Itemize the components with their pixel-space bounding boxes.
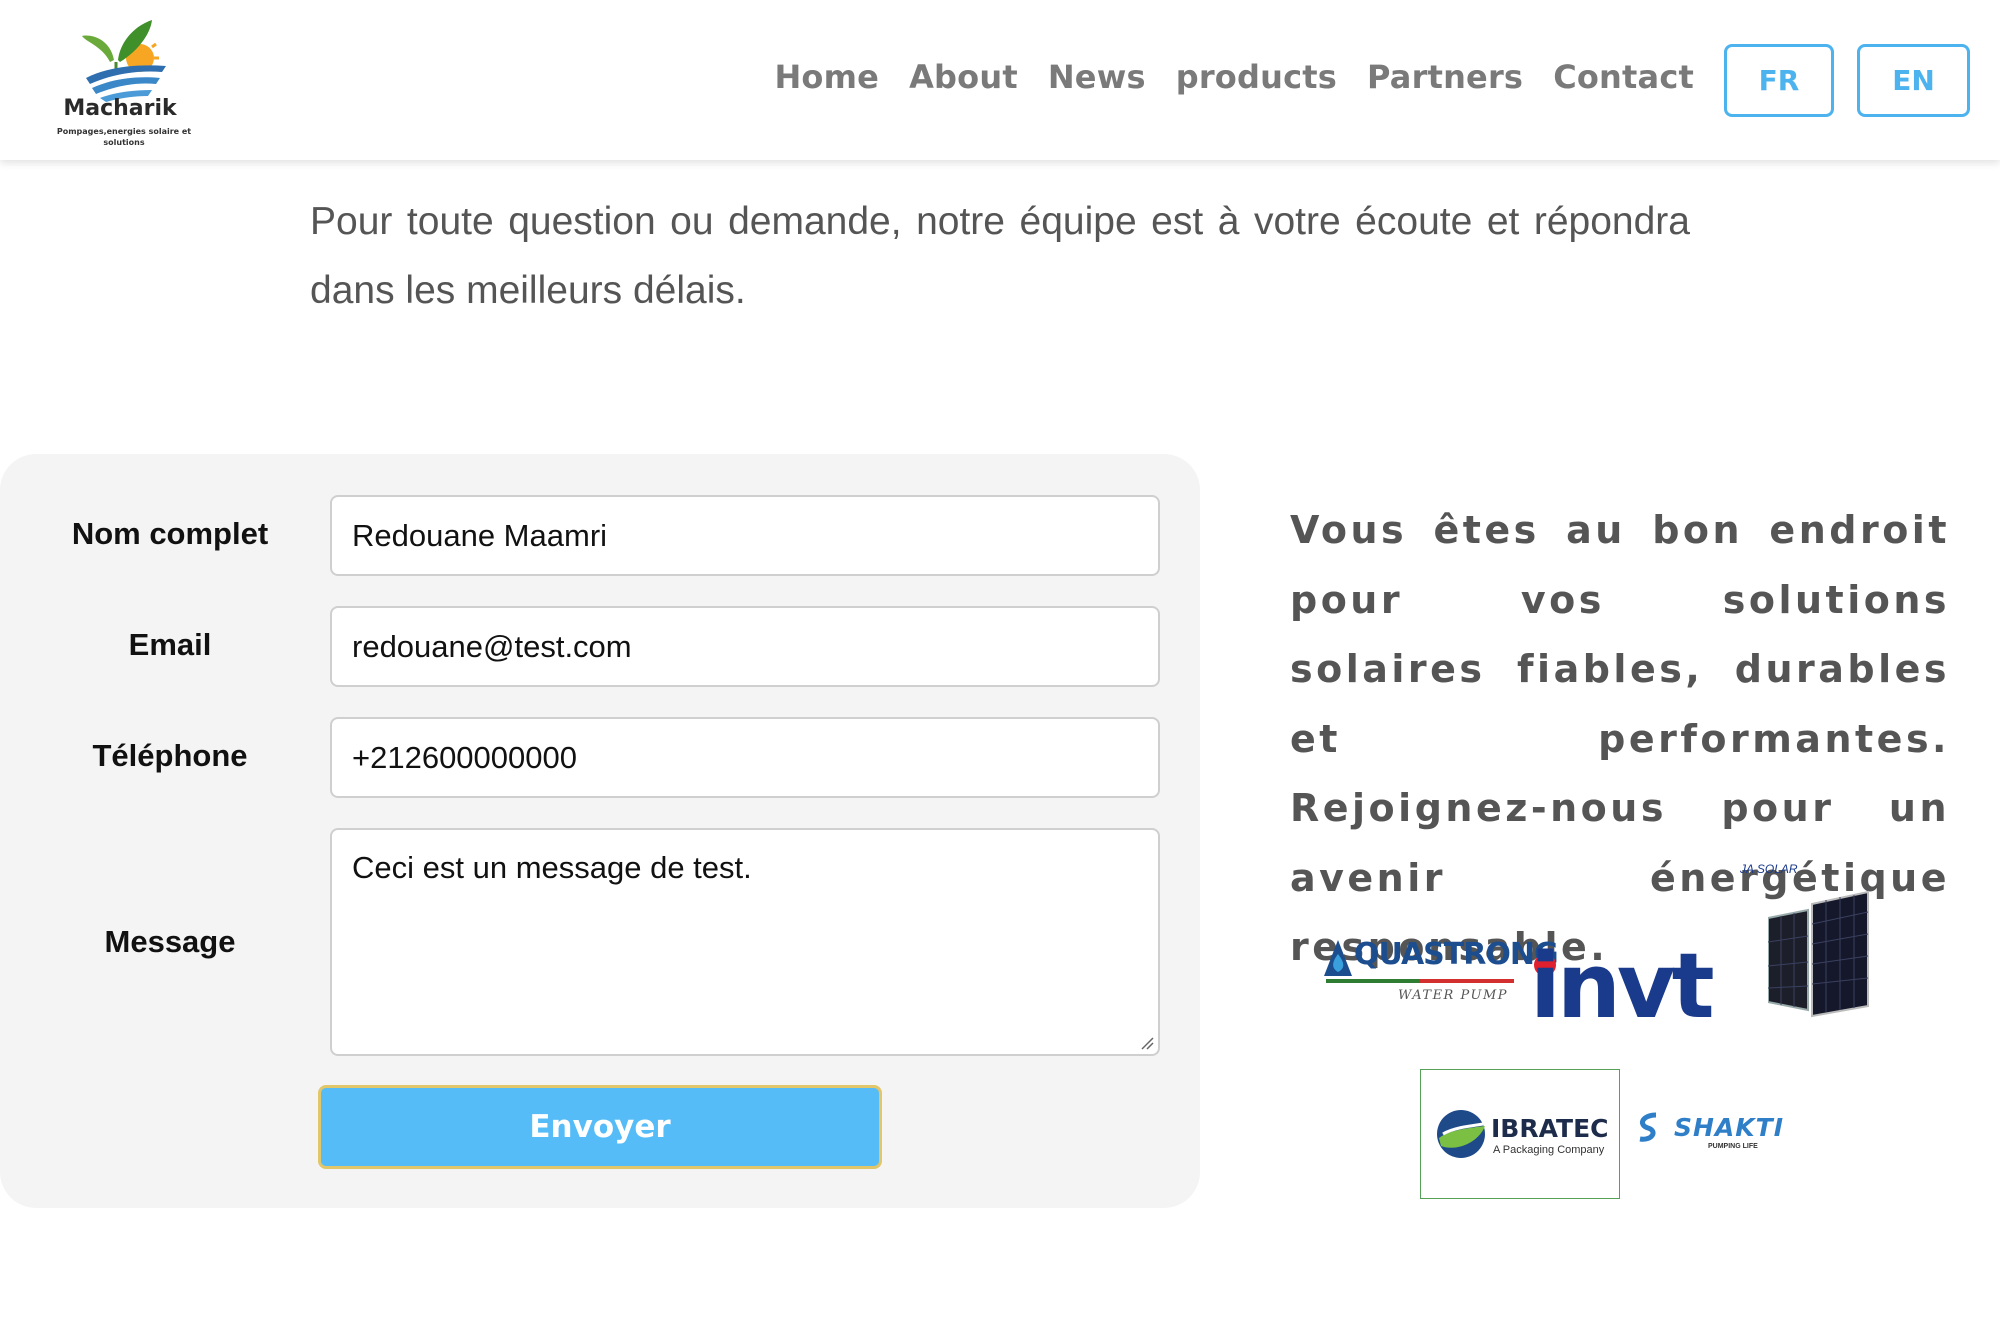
ibratec-sub: A Packaging Company [1493, 1144, 1605, 1156]
name-label: Nom complet [71, 516, 269, 551]
invt-name: invt [1530, 934, 1715, 1039]
aquastrong-logo: QUASTRONG WATER PUMP [1322, 932, 1559, 1012]
aquastrong-stripe [1326, 979, 1514, 983]
nav-partners[interactable]: Partners [1367, 58, 1523, 96]
message-text: Ceci est un message de test. [352, 850, 752, 885]
main-nav: Home About News products Partners Contac… [774, 58, 1694, 96]
invt-logo: invt [1530, 934, 1715, 1039]
aquastrong-sub: WATER PUMP [1398, 988, 1509, 1003]
aquastrong-name: QUASTRONG [1354, 937, 1559, 972]
shakti-sub: PUMPING LIFE [1708, 1143, 1758, 1150]
shakti-logo: SHAKTI PUMPING LIFE [1636, 1107, 1806, 1167]
nav-about[interactable]: About [909, 58, 1018, 96]
ibratec-globe-icon [1437, 1110, 1485, 1158]
site-header: Macharik Pompages,energies solaire et so… [0, 0, 2000, 160]
solar-panel-icon [1768, 890, 1869, 1018]
name-field[interactable]: Redouane Maamri [330, 495, 1160, 576]
submit-button[interactable]: Envoyer [318, 1085, 882, 1169]
jasolar-name: JA SOLAR [1740, 862, 1798, 876]
nav-home[interactable]: Home [774, 58, 879, 96]
nav-products[interactable]: products [1176, 58, 1337, 96]
phone-field[interactable]: +212600000000 [330, 717, 1160, 798]
phone-label: Téléphone [92, 738, 248, 773]
jasolar-logo: JA SOLAR [1740, 860, 1870, 1020]
email-field[interactable]: redouane@test.com [330, 606, 1160, 687]
logo-tagline: Pompages,energies solaire et solutions [56, 127, 192, 147]
lang-fr-button[interactable]: FR [1724, 44, 1834, 117]
email-label: Email [128, 627, 212, 662]
ibratec-logo: IBRATEC A Packaging Company [1420, 1069, 1620, 1199]
site-logo[interactable]: Macharik Pompages,energies solaire et so… [40, 16, 210, 150]
shakti-swirl-icon [1639, 1112, 1657, 1142]
nav-news[interactable]: News [1048, 58, 1146, 96]
sprout-sun-icon [82, 20, 166, 102]
shakti-name: SHAKTI [1674, 1113, 1785, 1142]
nav-contact[interactable]: Contact [1553, 58, 1694, 96]
message-label: Message [104, 924, 236, 959]
message-field[interactable]: Ceci est un message de test. [330, 828, 1160, 1056]
intro-text: Pour toute question ou demande, notre éq… [310, 200, 1690, 312]
resize-grip-icon[interactable] [1140, 1036, 1154, 1050]
logo-name: Macharik [63, 96, 177, 121]
aquastrong-drop-icon [1324, 940, 1352, 976]
ibratec-name: IBRATEC [1491, 1114, 1609, 1143]
lang-en-button[interactable]: EN [1857, 44, 1970, 117]
